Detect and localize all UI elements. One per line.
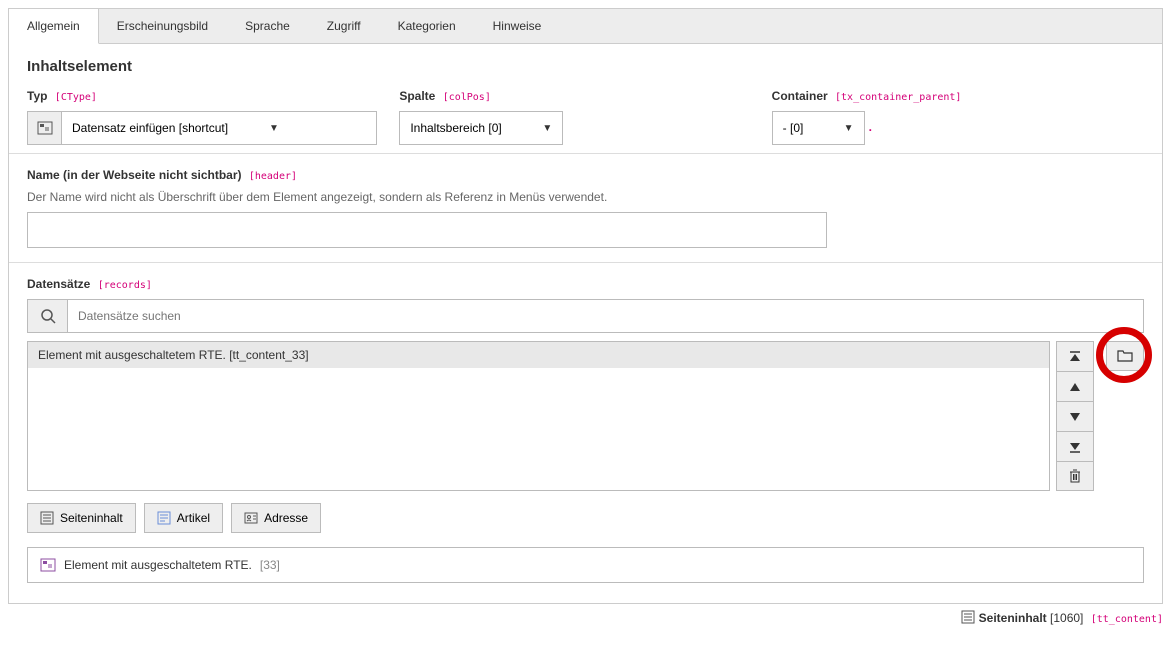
delete-button[interactable] — [1056, 461, 1094, 491]
name-input[interactable] — [27, 212, 827, 248]
name-tech-label: [header] — [249, 171, 297, 182]
move-up-button[interactable] — [1056, 371, 1094, 401]
typ-tech-label: [CType] — [55, 92, 97, 103]
required-marker: · — [869, 123, 873, 137]
page-content-icon — [961, 610, 975, 624]
records-list[interactable]: Element mit ausgeschaltetem RTE. [tt_con… — [27, 341, 1050, 491]
footer-label: Seiteninhalt — [979, 611, 1047, 625]
tab-bar: Allgemein Erscheinungsbild Sprache Zugri… — [9, 9, 1162, 44]
tab-zugriff[interactable]: Zugriff — [309, 9, 380, 43]
footer-tech: [tt_content] — [1091, 614, 1163, 625]
page-content-icon — [40, 511, 54, 525]
move-bottom-button[interactable] — [1056, 431, 1094, 461]
container-select[interactable]: - [0] ▼ — [772, 111, 865, 145]
footer-info: Seiteninhalt [1060] [tt_content] — [8, 604, 1163, 625]
chevron-down-icon: ▼ — [834, 123, 864, 134]
tab-erscheinungsbild[interactable]: Erscheinungsbild — [99, 9, 227, 43]
search-button[interactable] — [28, 300, 68, 332]
name-hint: Der Name wird nicht als Überschrift über… — [27, 190, 1144, 204]
panel-heading: Inhaltselement — [27, 58, 1144, 75]
article-icon — [157, 511, 171, 525]
move-top-icon — [1069, 351, 1081, 363]
tab-allgemein[interactable]: Allgemein — [9, 9, 99, 44]
records-side-actions — [1056, 341, 1094, 491]
move-down-button[interactable] — [1056, 401, 1094, 431]
tab-kategorien[interactable]: Kategorien — [380, 9, 475, 43]
seiteninhalt-button[interactable]: Seiteninhalt — [27, 503, 136, 533]
artikel-button[interactable]: Artikel — [144, 503, 223, 533]
move-top-button[interactable] — [1056, 341, 1094, 371]
spalte-select[interactable]: Inhaltsbereich [0] ▼ — [399, 111, 563, 145]
spalte-tech-label: [colPos] — [443, 92, 491, 103]
chevron-down-icon: ▼ — [532, 123, 562, 134]
container-tech-label: [tx_container_parent] — [835, 92, 961, 103]
content-panel: Allgemein Erscheinungsbild Sprache Zugri… — [8, 8, 1163, 604]
records-label: Datensätze [records] — [27, 277, 1144, 291]
referenced-record-box[interactable]: Element mit ausgeschaltetem RTE. [33] — [27, 547, 1144, 583]
browse-records-button[interactable] — [1106, 341, 1144, 371]
spalte-label: Spalte [colPos] — [399, 89, 771, 103]
typ-label: Typ [CType] — [27, 89, 399, 103]
trash-icon — [1069, 469, 1081, 483]
chevron-down-icon: ▼ — [259, 123, 289, 134]
adresse-button[interactable]: Adresse — [231, 503, 321, 533]
address-icon — [244, 511, 258, 525]
shortcut-type-icon — [28, 112, 62, 144]
typ-select[interactable]: Datensatz einfügen [shortcut] ▼ — [27, 111, 377, 145]
container-label: Container [tx_container_parent] — [772, 89, 1144, 103]
records-search-input[interactable] — [68, 300, 1143, 332]
folder-icon — [1117, 349, 1133, 363]
move-bottom-icon — [1069, 441, 1081, 453]
move-down-icon — [1069, 411, 1081, 423]
search-icon — [40, 308, 56, 324]
name-label: Name (in der Webseite nicht sichtbar) [h… — [27, 168, 1144, 182]
referenced-record-text: Element mit ausgeschaltetem RTE. — [64, 558, 252, 572]
shortcut-record-icon — [40, 557, 56, 573]
list-item[interactable]: Element mit ausgeschaltetem RTE. [tt_con… — [28, 342, 1049, 368]
move-up-icon — [1069, 381, 1081, 393]
tab-hinweise[interactable]: Hinweise — [475, 9, 561, 43]
referenced-record-id: [33] — [260, 558, 280, 572]
records-search-bar — [27, 299, 1144, 333]
footer-id: [1060] — [1050, 611, 1083, 625]
records-tech-label: [records] — [98, 280, 152, 291]
tab-sprache[interactable]: Sprache — [227, 9, 309, 43]
